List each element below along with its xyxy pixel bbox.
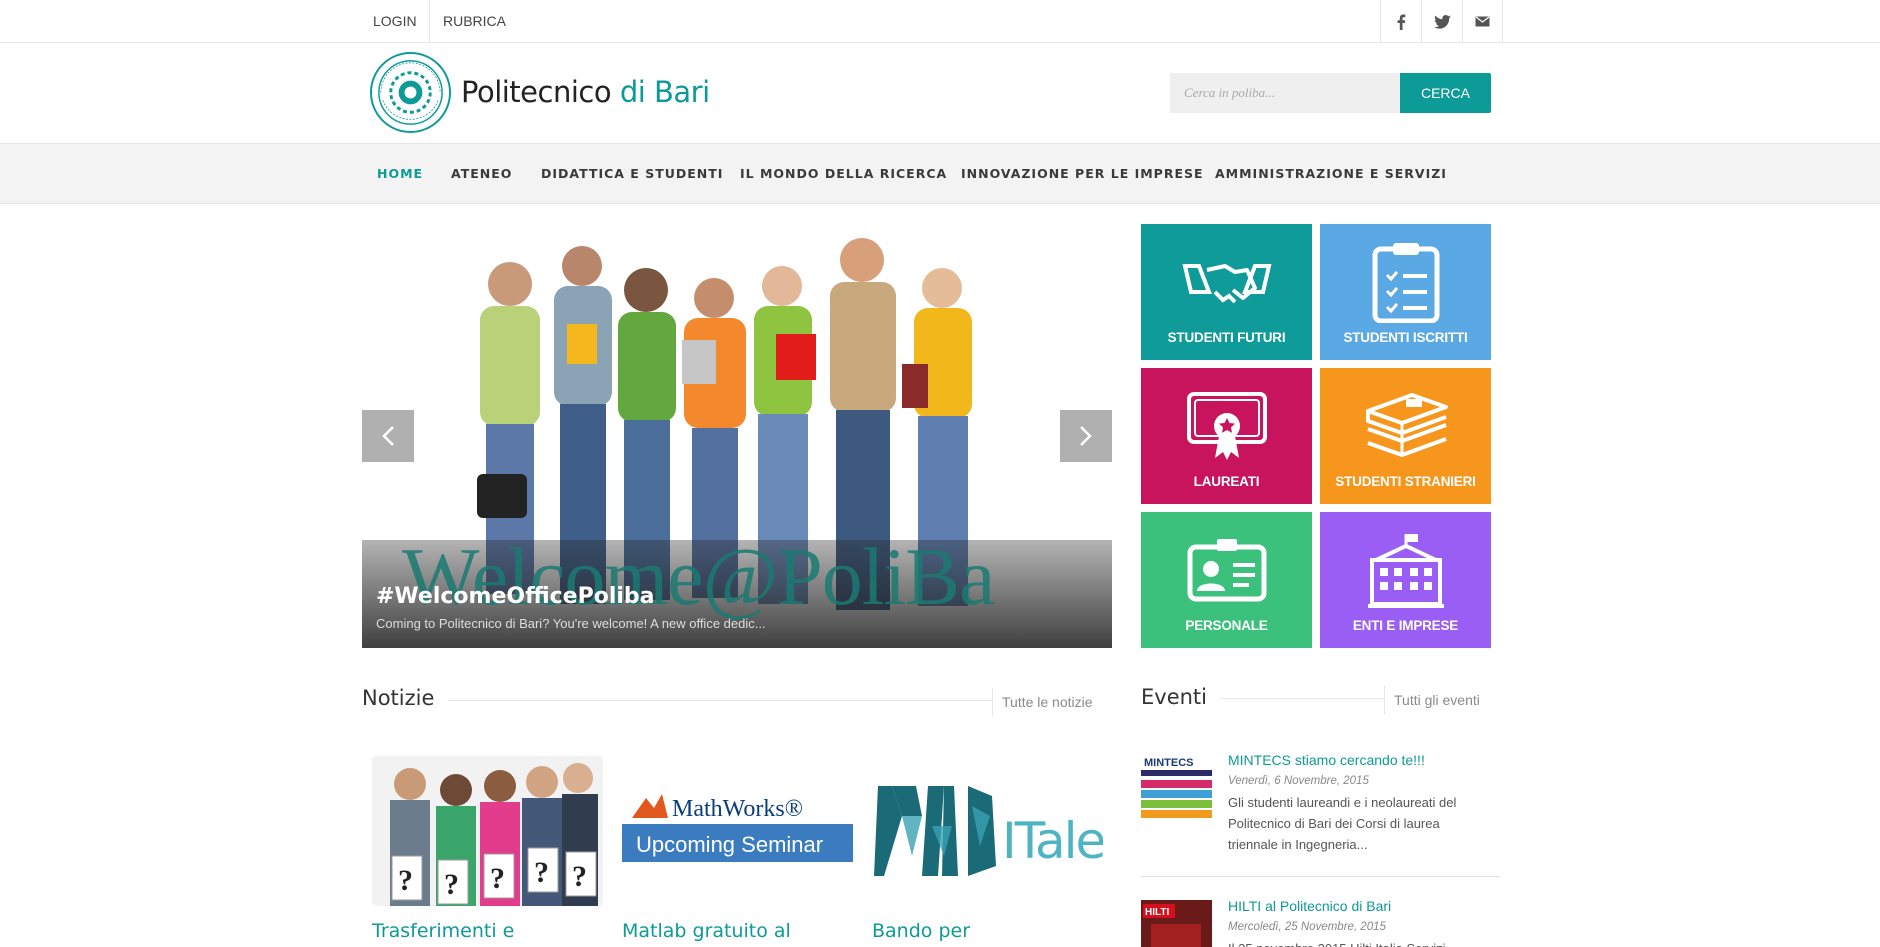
svg-text:?: ?	[572, 860, 587, 893]
svg-text:?: ?	[444, 868, 459, 901]
news-image-1[interactable]: ?????	[372, 756, 603, 906]
event-title-2[interactable]: HILTI al Politecnico di Bari	[1228, 898, 1391, 914]
handshake-icon	[1181, 264, 1272, 304]
slider-next-button[interactable]	[1060, 410, 1112, 462]
news-title-2[interactable]: Matlab gratuito al	[622, 920, 791, 942]
event-thumbnail-1[interactable]: MINTECS	[1141, 754, 1212, 825]
nav-ateneo[interactable]: ATENEO	[451, 144, 512, 203]
id-card-icon	[1187, 539, 1266, 602]
certificate-icon	[1186, 392, 1267, 460]
clipboard-icon	[1372, 243, 1439, 323]
tile-label: STUDENTI ISCRITTI	[1343, 330, 1468, 345]
phd-italents-text: ITalents	[1002, 812, 1103, 870]
hero-slider[interactable]: Welcome@PoliBa #WelcomeOfficePoliba Comi…	[362, 224, 1112, 648]
tile-label: PERSONALE	[1185, 618, 1268, 633]
all-news-link[interactable]: Tutte le notizie	[992, 688, 1093, 716]
nav-didattica[interactable]: DIDATTICA E STUDENTI	[541, 144, 723, 203]
seal-icon	[369, 51, 452, 134]
mathworks-text: MathWorks®	[672, 796, 803, 822]
tile-label: LAUREATI	[1193, 474, 1260, 489]
news-heading: Notizie	[362, 686, 435, 710]
books-icon	[1365, 393, 1448, 458]
slide-watermark: Welcome@PoliBa	[402, 531, 995, 622]
slide-title[interactable]: #WelcomeOfficePoliba	[376, 584, 655, 609]
slider-prev-button[interactable]	[362, 410, 414, 462]
phd-italents-banner: ITalents	[872, 756, 1103, 906]
building-icon	[1367, 534, 1444, 608]
svg-text:?: ?	[534, 856, 549, 889]
search-input[interactable]	[1170, 73, 1400, 113]
nav-innovazione[interactable]: INNOVAZIONE PER LE IMPRESE	[961, 144, 1204, 203]
news-image-3[interactable]: ITalents	[872, 756, 1103, 906]
upcoming-seminar-text: Upcoming Seminar	[636, 832, 823, 857]
rubrica-link[interactable]: RUBRICA	[429, 0, 519, 43]
nav-home[interactable]: HOME	[377, 144, 423, 203]
all-events-link[interactable]: Tutti gli eventi	[1384, 686, 1480, 714]
chevron-right-icon	[1080, 426, 1092, 446]
event-date-1: Venerdì, 6 Novembre, 2015	[1228, 775, 1369, 787]
top-bar: LOGIN RUBRICA	[0, 0, 1880, 43]
event-desc-2: Il 25 novembre 2015 Hilti Italia Servizi…	[1228, 938, 1490, 947]
tile-personale[interactable]: PERSONALE	[1141, 512, 1312, 648]
nav-amministrazione[interactable]: AMMINISTRAZIONE E SERVIZI	[1215, 144, 1447, 203]
tile-label: STUDENTI FUTURI	[1167, 330, 1286, 345]
main-nav: HOME ATENEO DIDATTICA E STUDENTI IL MOND…	[0, 143, 1880, 204]
mathworks-banner: MathWorks® Upcoming Seminar	[622, 756, 853, 906]
svg-text:?: ?	[398, 864, 413, 897]
tile-studenti-iscritti[interactable]: STUDENTI ISCRITTI	[1320, 224, 1491, 360]
event-desc-1: Gli studenti laureandi e i neolaureati d…	[1228, 795, 1457, 852]
events-heading: Eventi	[1141, 685, 1207, 709]
mintecs-poster: MINTECS	[1141, 754, 1212, 825]
tile-studenti-futuri[interactable]: STUDENTI FUTURI	[1141, 224, 1312, 360]
mail-icon[interactable]	[1462, 0, 1503, 43]
brand-title: Politecnico di Bari	[461, 75, 710, 109]
svg-text:?: ?	[490, 862, 505, 895]
facebook-icon[interactable]	[1380, 0, 1421, 43]
svg-text:MINTECS: MINTECS	[1144, 757, 1194, 769]
tile-label: ENTI E IMPRESE	[1352, 618, 1459, 633]
search-button[interactable]: CERCA	[1400, 73, 1491, 113]
nav-ricerca[interactable]: IL MONDO DELLA RICERCA	[740, 144, 947, 203]
tile-enti-imprese[interactable]: ENTI E IMPRESE	[1320, 512, 1491, 648]
event-title-1[interactable]: MINTECS stiamo cercando te!!!	[1228, 752, 1425, 768]
students-question-photo: ?????	[372, 756, 603, 906]
event-thumbnail-2[interactable]: HILTI	[1141, 900, 1212, 947]
hilti-poster: HILTI	[1141, 900, 1212, 947]
news-divider	[448, 700, 992, 701]
news-image-2[interactable]: MathWorks® Upcoming Seminar	[622, 756, 853, 906]
slide-description: Coming to Politecnico di Bari? You're we…	[376, 616, 766, 631]
event-divider	[1141, 876, 1501, 877]
news-title-3[interactable]: Bando per	[872, 920, 970, 942]
tile-studenti-stranieri[interactable]: STUDENTI STRANIERI	[1320, 368, 1491, 504]
event-date-2: Mercoledì, 25 Novembre, 2015	[1228, 921, 1386, 933]
events-divider	[1221, 698, 1384, 699]
login-link[interactable]: LOGIN	[373, 0, 429, 43]
svg-text:HILTI: HILTI	[1145, 907, 1169, 918]
news-title-1[interactable]: Trasferimenti e	[372, 920, 514, 942]
tile-label: STUDENTI STRANIERI	[1335, 474, 1476, 489]
twitter-icon[interactable]	[1421, 0, 1462, 43]
chevron-left-icon	[382, 426, 394, 446]
tile-laureati[interactable]: LAUREATI	[1141, 368, 1312, 504]
